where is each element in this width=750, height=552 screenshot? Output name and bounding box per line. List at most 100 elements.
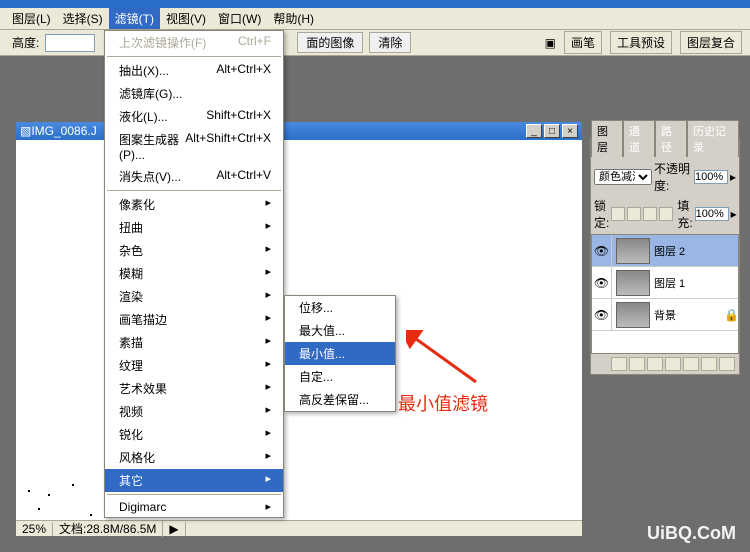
menu-vanishing-point[interactable]: 消失点(V)... Alt+Ctrl+V (105, 165, 283, 188)
minimize-button[interactable]: _ (526, 124, 542, 138)
tab-layer-comps[interactable]: 图层复合 (680, 31, 742, 54)
layer-thumbnail[interactable] (616, 238, 650, 264)
opacity-arrow-icon[interactable]: ▸ (730, 170, 736, 184)
lock-image-icon[interactable] (627, 207, 641, 221)
adjustment-layer-icon[interactable] (683, 357, 699, 371)
menu-item-shortcut: Alt+Shift+Ctrl+X (185, 131, 271, 162)
fill-input[interactable] (695, 207, 729, 221)
layer-row[interactable]: 👁 图层 1 (592, 267, 738, 299)
menu-item-label: 扭曲 (119, 219, 143, 236)
status-bar: 25% 文档:28.8M/86.5M ▶ (16, 520, 582, 536)
lock-position-icon[interactable] (643, 207, 657, 221)
btn-clear[interactable]: 清除 (369, 32, 411, 53)
layer-name[interactable]: 图层 2 (654, 243, 738, 259)
menu-item-shortcut: Alt+Ctrl+V (216, 168, 271, 185)
tab-history[interactable]: 历史记录 (687, 120, 739, 157)
layer-name[interactable]: 背景 (654, 307, 724, 323)
delete-layer-icon[interactable] (719, 357, 735, 371)
btn-front-image[interactable]: 面的图像 (297, 32, 363, 53)
menu-layer[interactable]: 图层(L) (6, 8, 57, 29)
menu-texture[interactable]: 纹理 (105, 354, 283, 377)
menu-last-filter: 上次滤镜操作(F) Ctrl+F (105, 31, 283, 54)
menu-pixelate[interactable]: 像素化 (105, 193, 283, 216)
fill-label: 填充: (677, 197, 692, 231)
menu-noise[interactable]: 杂色 (105, 239, 283, 262)
fill-arrow-icon[interactable]: ▸ (731, 207, 737, 221)
visibility-eye-icon[interactable]: 👁 (592, 235, 612, 266)
submenu-minimum[interactable]: 最小值... (285, 342, 395, 365)
menu-item-label: 画笔描边 (119, 311, 167, 328)
layer-mask-icon[interactable] (647, 357, 663, 371)
submenu-maximum[interactable]: 最大值... (285, 319, 395, 342)
menu-stylize[interactable]: 风格化 (105, 446, 283, 469)
blend-mode-select[interactable]: 颜色减淡 (594, 169, 652, 185)
menu-distort[interactable]: 扭曲 (105, 216, 283, 239)
close-button[interactable]: × (562, 124, 578, 138)
menu-other[interactable]: 其它 (105, 469, 283, 492)
menu-blur[interactable]: 模糊 (105, 262, 283, 285)
layer-thumbnail[interactable] (616, 302, 650, 328)
submenu-custom[interactable]: 自定... (285, 365, 395, 388)
layer-row[interactable]: 👁 图层 2 (592, 235, 738, 267)
height-label: 高度: (12, 34, 39, 51)
palette-toggle-icon[interactable]: ▣ (545, 36, 556, 50)
menu-artistic[interactable]: 艺术效果 (105, 377, 283, 400)
menu-sketch[interactable]: 素描 (105, 331, 283, 354)
new-layer-icon[interactable] (701, 357, 717, 371)
submenu-offset[interactable]: 位移... (285, 296, 395, 319)
menu-window[interactable]: 窗口(W) (212, 8, 267, 29)
menu-item-label: 消失点(V)... (119, 168, 181, 185)
menu-filter[interactable]: 滤镜(T) (109, 8, 160, 29)
other-submenu: 位移... 最大值... 最小值... 自定... 高反差保留... (284, 295, 396, 412)
menu-brush-strokes[interactable]: 画笔描边 (105, 308, 283, 331)
zoom-level[interactable]: 25% (16, 522, 53, 536)
menu-select[interactable]: 选择(S) (57, 8, 109, 29)
height-input[interactable] (45, 34, 95, 52)
menu-help[interactable]: 帮助(H) (267, 8, 320, 29)
menu-item-label: 模糊 (119, 265, 143, 282)
layer-style-icon[interactable] (629, 357, 645, 371)
menu-extract[interactable]: 抽出(X)...Alt+Ctrl+X (105, 59, 283, 82)
menu-render[interactable]: 渲染 (105, 285, 283, 308)
layer-list: 👁 图层 2 👁 图层 1 👁 背景 🔒 (591, 234, 739, 354)
visibility-eye-icon[interactable]: 👁 (592, 299, 612, 330)
maximize-button[interactable]: □ (544, 124, 560, 138)
lock-icon: 🔒 (724, 308, 738, 322)
annotation-arrow-icon (406, 330, 486, 390)
menu-item-shortcut: Ctrl+F (238, 34, 271, 51)
menu-item-label: 素描 (119, 334, 143, 351)
tab-brushes[interactable]: 画笔 (564, 31, 602, 54)
submenu-high-pass[interactable]: 高反差保留... (285, 388, 395, 411)
doc-size: 文档:28.8M/86.5M (53, 520, 163, 537)
opacity-input[interactable] (694, 170, 728, 184)
tab-paths[interactable]: 路径 (655, 120, 687, 157)
menu-video[interactable]: 视频 (105, 400, 283, 423)
tab-layers[interactable]: 图层 (591, 120, 623, 157)
menu-item-label: 风格化 (119, 449, 155, 466)
tab-channels[interactable]: 通道 (623, 120, 655, 157)
document-titlebar[interactable]: ▧ IMG_0086.J _ □ × (16, 122, 582, 140)
menu-filter-gallery[interactable]: 滤镜库(G)... (105, 82, 283, 105)
menu-item-shortcut: Shift+Ctrl+X (206, 108, 271, 125)
tab-tool-presets[interactable]: 工具预设 (610, 31, 672, 54)
lock-transparent-icon[interactable] (611, 207, 625, 221)
menu-item-label: 图案生成器(P)... (119, 131, 185, 162)
menu-item-shortcut: Alt+Ctrl+X (216, 62, 271, 79)
menu-item-label: 液化(L)... (119, 108, 168, 125)
menu-item-label: 其它 (119, 472, 143, 489)
lock-all-icon[interactable] (659, 207, 673, 221)
status-arrow-icon[interactable]: ▶ (163, 522, 185, 536)
menu-pattern-maker[interactable]: 图案生成器(P)...Alt+Shift+Ctrl+X (105, 128, 283, 165)
menu-item-label: 渲染 (119, 288, 143, 305)
layer-name[interactable]: 图层 1 (654, 275, 738, 291)
menu-view[interactable]: 视图(V) (160, 8, 212, 29)
menu-sharpen[interactable]: 锐化 (105, 423, 283, 446)
menu-liquify[interactable]: 液化(L)... Shift+Ctrl+X (105, 105, 283, 128)
new-group-icon[interactable] (665, 357, 681, 371)
link-layers-icon[interactable] (611, 357, 627, 371)
menu-item-label: Digimarc (119, 500, 166, 514)
menu-digimarc[interactable]: Digimarc (105, 497, 283, 517)
layer-row[interactable]: 👁 背景 🔒 (592, 299, 738, 331)
layer-thumbnail[interactable] (616, 270, 650, 296)
visibility-eye-icon[interactable]: 👁 (592, 267, 612, 298)
